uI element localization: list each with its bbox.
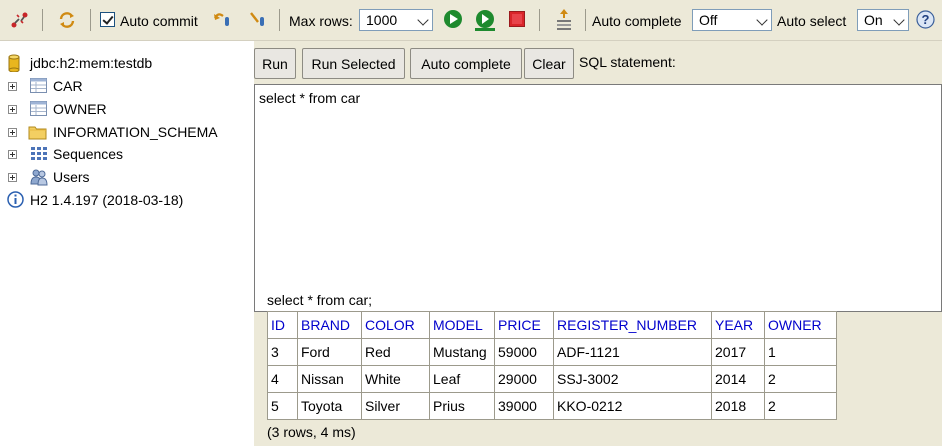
tree-item-label: Users (53, 169, 90, 185)
sql-editor-text: select * from car (259, 90, 361, 106)
table-cell: 3 (267, 338, 298, 366)
auto-select-value: On (864, 12, 883, 28)
toolbar-separator (90, 9, 91, 31)
max-rows-select[interactable]: 1000 (359, 9, 433, 31)
result-summary: (3 rows, 4 ms) (267, 424, 356, 440)
table-cell: 2018 (711, 392, 765, 420)
table-icon (30, 78, 47, 93)
column-header[interactable]: YEAR (711, 311, 765, 339)
table-cell: 39000 (494, 392, 554, 420)
disconnect-icon[interactable] (10, 10, 30, 30)
column-header[interactable]: OWNER (764, 311, 837, 339)
toolbar: Auto commit Max rows: 1000 Auto complete (0, 0, 942, 41)
toolbar-separator (279, 9, 280, 31)
expand-icon[interactable] (8, 173, 17, 182)
table-cell: Toyota (297, 392, 362, 420)
table-row: 3 Ford Red Mustang 59000 ADF-1121 2017 1 (267, 338, 837, 366)
users-icon (30, 169, 48, 186)
folder-icon (28, 126, 47, 140)
table-cell: 5 (267, 392, 298, 420)
toolbar-separator (42, 9, 43, 31)
database-icon (8, 54, 20, 72)
result-table: ID BRAND COLOR MODEL PRICE REGISTER_NUMB… (267, 311, 837, 420)
expand-icon[interactable] (8, 82, 17, 91)
auto-complete-button[interactable]: Auto complete (410, 48, 522, 79)
query-panel: Run Run Selected Auto complete Clear SQL… (254, 41, 942, 446)
version-label: H2 1.4.197 (2018-03-18) (30, 192, 184, 208)
table-row: 5 Toyota Silver Prius 39000 KKO-0212 201… (267, 392, 837, 420)
stop-icon[interactable] (509, 11, 525, 27)
expand-icon[interactable] (8, 150, 17, 159)
info-icon (7, 191, 24, 208)
tree-item-label: Sequences (53, 146, 124, 162)
help-glyph: ? (922, 12, 930, 27)
auto-commit-checkbox[interactable] (100, 12, 115, 27)
auto-select-select[interactable]: On (857, 9, 909, 31)
run-icon[interactable] (443, 9, 463, 29)
tree-item-label: INFORMATION_SCHEMA (53, 124, 218, 140)
table-header-row: ID BRAND COLOR MODEL PRICE REGISTER_NUMB… (267, 311, 837, 339)
max-rows-label: Max rows: (289, 12, 353, 29)
sequences-icon (31, 147, 47, 160)
column-header[interactable]: MODEL (429, 311, 495, 339)
table-cell: Prius (429, 392, 495, 420)
table-cell: Mustang (429, 338, 495, 366)
auto-complete-label: Auto complete (592, 12, 682, 29)
chevron-down-icon (893, 14, 905, 26)
clear-button[interactable]: Clear (524, 48, 574, 79)
auto-complete-value: Off (699, 12, 718, 28)
run-selected-button[interactable]: Run Selected (302, 48, 405, 79)
help-icon[interactable]: ? (916, 10, 935, 29)
run-selected-icon[interactable] (473, 8, 497, 32)
rollback-icon[interactable] (212, 10, 234, 30)
table-cell: Ford (297, 338, 362, 366)
sql-statement-label: SQL statement: (579, 54, 676, 70)
column-header[interactable]: REGISTER_NUMBER (553, 311, 712, 339)
column-header[interactable]: ID (267, 311, 298, 339)
table-cell: 4 (267, 365, 298, 393)
chevron-down-icon (756, 14, 768, 26)
history-icon[interactable] (554, 8, 574, 32)
results-area: select * from car; ID BRAND COLOR MODEL … (254, 271, 942, 446)
column-header[interactable]: PRICE (494, 311, 554, 339)
toolbar-separator (539, 9, 540, 31)
table-row: 4 Nissan White Leaf 29000 SSJ-3002 2014 … (267, 365, 837, 393)
refresh-icon[interactable] (57, 10, 77, 30)
table-cell: Nissan (297, 365, 362, 393)
expand-icon[interactable] (8, 105, 17, 114)
auto-commit-label: Auto commit (120, 12, 198, 29)
tree-item-label: CAR (53, 78, 83, 94)
toolbar-separator (585, 9, 586, 31)
max-rows-value: 1000 (366, 12, 398, 28)
chevron-down-icon (417, 14, 429, 26)
table-cell: 2014 (711, 365, 765, 393)
table-cell: 2 (764, 365, 837, 393)
result-query: select * from car; (267, 292, 373, 308)
table-cell: Leaf (429, 365, 495, 393)
run-button[interactable]: Run (254, 48, 296, 79)
table-cell: 1 (764, 338, 837, 366)
table-cell: 59000 (494, 338, 554, 366)
auto-select-label: Auto select (777, 12, 847, 29)
table-cell: ADF-1121 (553, 338, 712, 366)
column-header[interactable]: BRAND (297, 311, 362, 339)
table-cell: 29000 (494, 365, 554, 393)
auto-complete-select[interactable]: Off (692, 9, 772, 31)
object-tree: jdbc:h2:mem:testdb CAR OWNER INFORMATION… (0, 41, 254, 446)
connection-label: jdbc:h2:mem:testdb (30, 55, 153, 71)
table-cell: 2017 (711, 338, 765, 366)
column-header[interactable]: COLOR (361, 311, 430, 339)
table-icon (30, 101, 47, 116)
table-cell: 2 (764, 392, 837, 420)
table-cell: Red (361, 338, 430, 366)
commit-icon[interactable] (248, 10, 270, 30)
table-cell: Silver (361, 392, 430, 420)
tree-item-label: OWNER (53, 101, 107, 117)
expand-icon[interactable] (8, 128, 17, 137)
table-cell: KKO-0212 (553, 392, 712, 420)
table-cell: White (361, 365, 430, 393)
table-cell: SSJ-3002 (553, 365, 712, 393)
